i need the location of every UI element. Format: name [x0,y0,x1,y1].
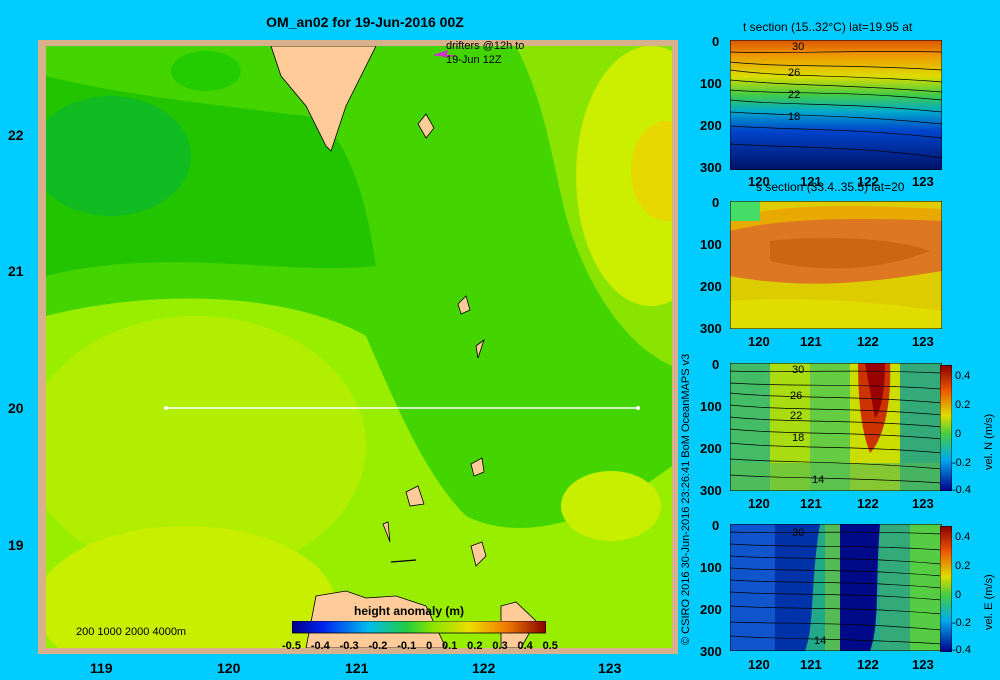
p4-cbar-tick: 0 [955,589,962,601]
cbar-tick: -0.4 [310,640,330,652]
p3-ytick: 200 [700,441,722,456]
p4-ytick: 0 [712,518,720,533]
lat-tick-21: 21 [8,263,24,279]
p3-cbar-tick: 0.2 [955,399,971,411]
cbar-tick: 0.3 [492,640,508,652]
drifter-note-line2: 19-Jun 12Z [446,54,502,66]
ve-contour-label: 14 [814,635,826,647]
vn-contour-label: 26 [790,390,802,402]
p4-cbar-tick: -0.4 [952,644,971,656]
p1-ytick: 0 [712,34,720,49]
p1-xtick: 123 [912,174,934,189]
credit-text: © CSIRO 2016 30-Jun-2016 23:26:41 BoM Oc… [680,353,692,645]
p3-ytick: 0 [712,357,720,372]
colorbar-title: height anomaly (m) [354,604,465,618]
p2-xtick: 122 [857,334,879,349]
p2-ytick: 200 [700,279,722,294]
p2-xtick: 120 [748,334,770,349]
p3-cbar-tick: 0 [955,428,962,440]
vn-contour-label: 14 [812,474,824,486]
map-title: OM_an02 for 19-Jun-2016 00Z [266,14,464,30]
lon-tick-122: 122 [472,660,496,676]
cbar-tick: 0 [426,640,433,652]
vel-north-colorbar [940,365,952,491]
p4-cbar-tick: 0.2 [955,560,971,572]
cbar-tick: -0.3 [339,640,359,652]
p2-xtick: 123 [912,334,934,349]
vel-east-section: 30 14 [730,524,942,651]
p4-cbar-tick: 0.4 [955,531,971,543]
p4-ytick: 300 [700,644,722,659]
t-contour-label: 18 [788,111,800,123]
t-contour-label: 30 [792,41,804,53]
p4-cbar-tick: -0.2 [952,617,971,629]
t-contour-label: 26 [788,67,800,79]
temperature-section: 30 26 22 18 [730,40,942,170]
cbar-tick: -0.1 [397,640,417,652]
height-anomaly-colorbar [292,621,546,634]
vn-contour-label: 18 [792,432,804,444]
p3-cbar-tick: 0.4 [955,370,971,382]
cbar-tick: -0.5 [282,640,301,652]
p4-xtick: 122 [857,657,879,672]
p4-ytick: 100 [700,560,722,575]
p2-ytick: 0 [712,195,720,210]
p1-ytick: 300 [700,160,722,175]
p2-xtick: 121 [800,334,822,349]
p3-cbar-tick: -0.4 [952,484,971,496]
lat-tick-19: 19 [8,537,24,553]
cbar-tick: 0.4 [517,640,533,652]
p4-cbar-label: vel. E (m/s) [983,574,995,630]
t-contour-label: 22 [788,89,800,101]
p3-xtick: 120 [748,496,770,511]
p4-xtick: 120 [748,657,770,672]
ve-contour-label: 30 [792,527,804,539]
p2-ytick: 300 [700,321,722,336]
p4-xtick: 123 [912,657,934,672]
vel-north-section: 30 26 22 18 14 [730,363,942,491]
depth-legend: 200 1000 2000 4000m [76,626,187,638]
lon-tick-121: 121 [345,660,369,676]
cbar-tick: 0.2 [467,640,483,652]
panel1-title: t section (15..32°C) lat=19.95 at [743,20,913,34]
p3-xtick: 123 [912,496,934,511]
vel-east-colorbar [940,526,952,652]
cbar-tick: 0.1 [442,640,458,652]
vn-contour-label: 22 [790,410,802,422]
lon-tick-119: 119 [90,660,113,676]
p3-ytick: 300 [700,483,722,498]
p1-ytick: 200 [700,118,722,133]
p1-ytick: 100 [700,76,722,91]
colorbar-ticks: -0.5 -0.4 -0.3 -0.2 -0.1 0 0.1 0.2 0.3 0… [282,640,558,652]
p3-xtick: 121 [800,496,822,511]
height-anomaly-map [46,46,672,648]
lat-tick-22: 22 [8,127,24,143]
p3-xtick: 122 [857,496,879,511]
salinity-section [730,201,942,329]
p2-ytick: 100 [700,237,722,252]
p3-ytick: 100 [700,399,722,414]
panel2-title: s section (33.4..35.5) lat=20 [756,180,905,194]
p4-ytick: 200 [700,602,722,617]
lon-tick-120: 120 [217,660,241,676]
p3-cbar-tick: -0.2 [952,457,971,469]
vn-contour-label: 30 [792,364,804,376]
drifter-note-line1: drifters @12h to [446,40,525,52]
lon-tick-123: 123 [598,660,622,676]
p3-cbar-label: vel. N (m/s) [983,413,995,470]
cbar-tick: 0.5 [542,640,558,652]
p4-xtick: 121 [800,657,822,672]
lat-tick-20: 20 [8,400,24,416]
cbar-tick: -0.2 [368,640,388,652]
